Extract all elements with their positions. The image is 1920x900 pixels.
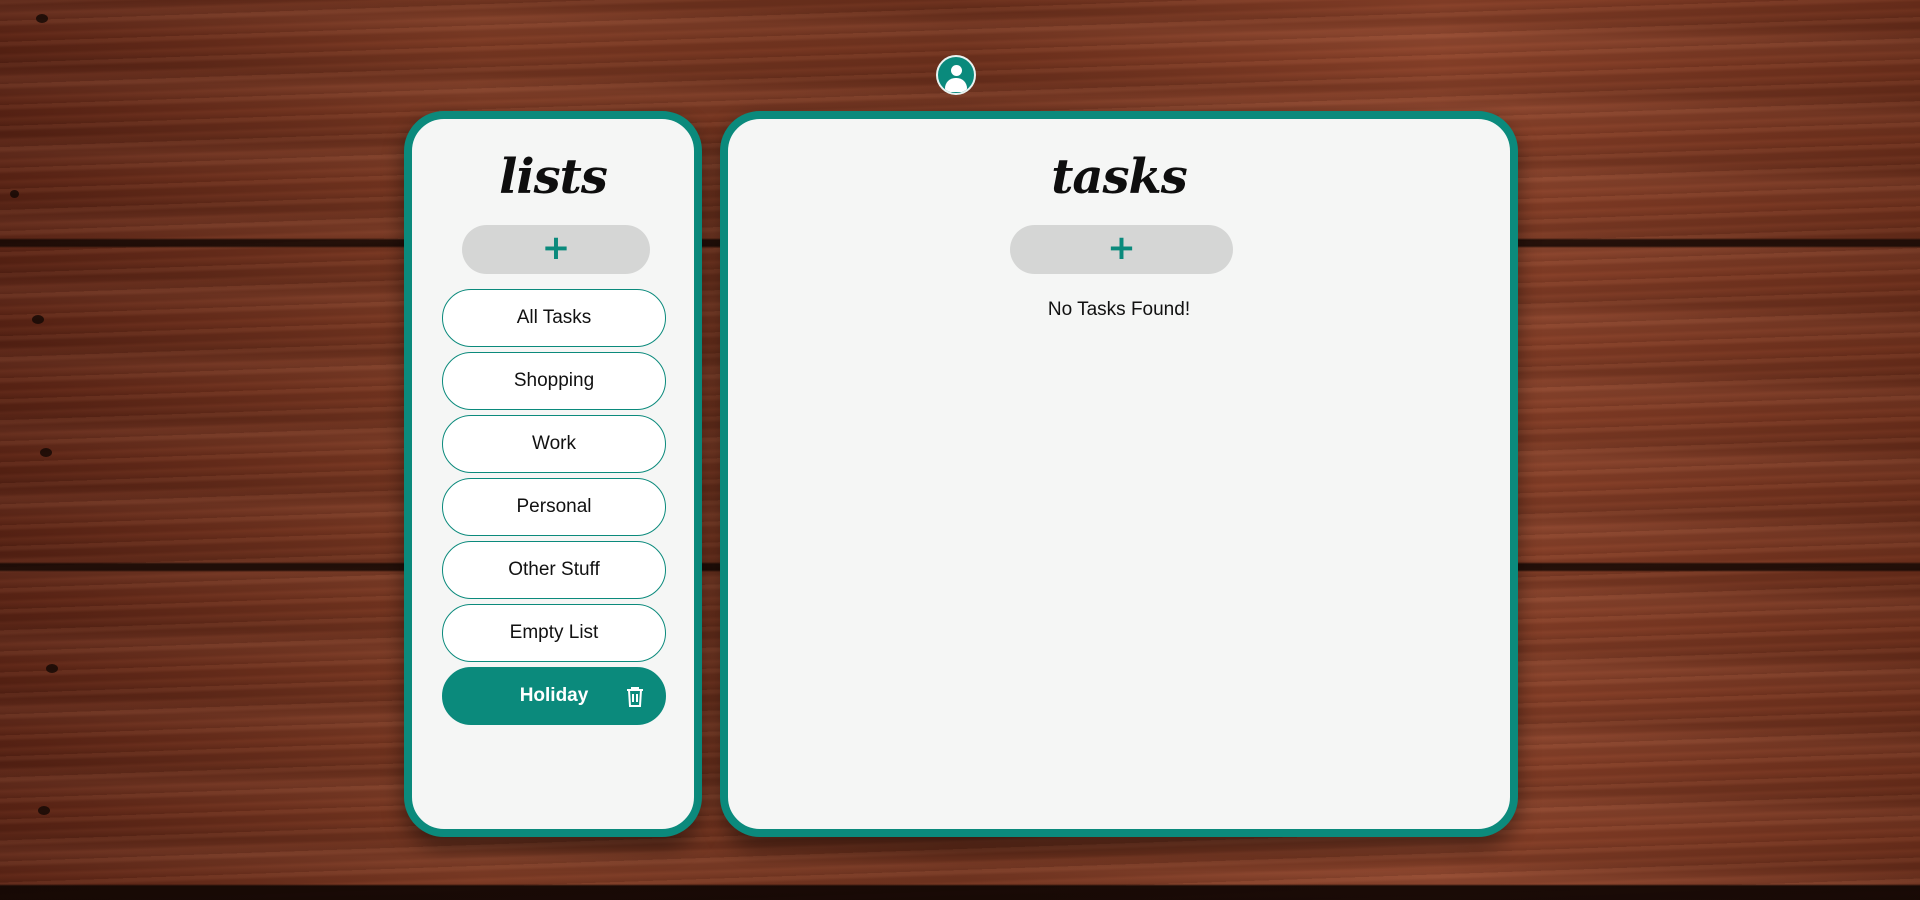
list-item-label: All Tasks: [516, 307, 592, 328]
wood-knot: [38, 806, 50, 815]
list-item-label: Personal: [516, 496, 592, 517]
wood-knot: [10, 190, 19, 198]
list-items: All Tasks Shopping Work Personal Other S…: [442, 289, 666, 730]
tasks-panel: tasks + No Tasks Found!: [720, 111, 1518, 837]
list-item-label: Holiday: [519, 685, 589, 706]
add-task-button[interactable]: +: [1010, 225, 1233, 274]
wood-knot: [46, 664, 58, 673]
list-item-label: Other Stuff: [508, 559, 600, 580]
add-list-button[interactable]: +: [462, 225, 650, 274]
list-item-empty-list[interactable]: Empty List: [442, 604, 666, 662]
list-item-other-stuff[interactable]: Other Stuff: [442, 541, 666, 599]
list-item-work[interactable]: Work: [442, 415, 666, 473]
user-avatar-icon[interactable]: [936, 55, 976, 95]
avatar-body: [945, 78, 967, 92]
list-item-shopping[interactable]: Shopping: [442, 352, 666, 410]
list-item-holiday[interactable]: Holiday: [442, 667, 666, 725]
wood-knot: [36, 14, 48, 23]
empty-tasks-message: No Tasks Found!: [1047, 299, 1191, 320]
lists-title: lists: [499, 149, 608, 205]
wood-knot: [40, 448, 52, 457]
wood-knot: [32, 315, 44, 324]
list-item-label: Shopping: [513, 370, 595, 391]
tasks-title: tasks: [1051, 149, 1188, 205]
list-item-personal[interactable]: Personal: [442, 478, 666, 536]
list-item-label: Work: [532, 433, 576, 454]
list-item-label: Empty List: [509, 622, 599, 643]
avatar-head: [951, 65, 962, 76]
list-item-all-tasks[interactable]: All Tasks: [442, 289, 666, 347]
trash-icon[interactable]: [625, 686, 645, 708]
lists-panel: lists + All Tasks Shopping Work Personal…: [404, 111, 702, 837]
